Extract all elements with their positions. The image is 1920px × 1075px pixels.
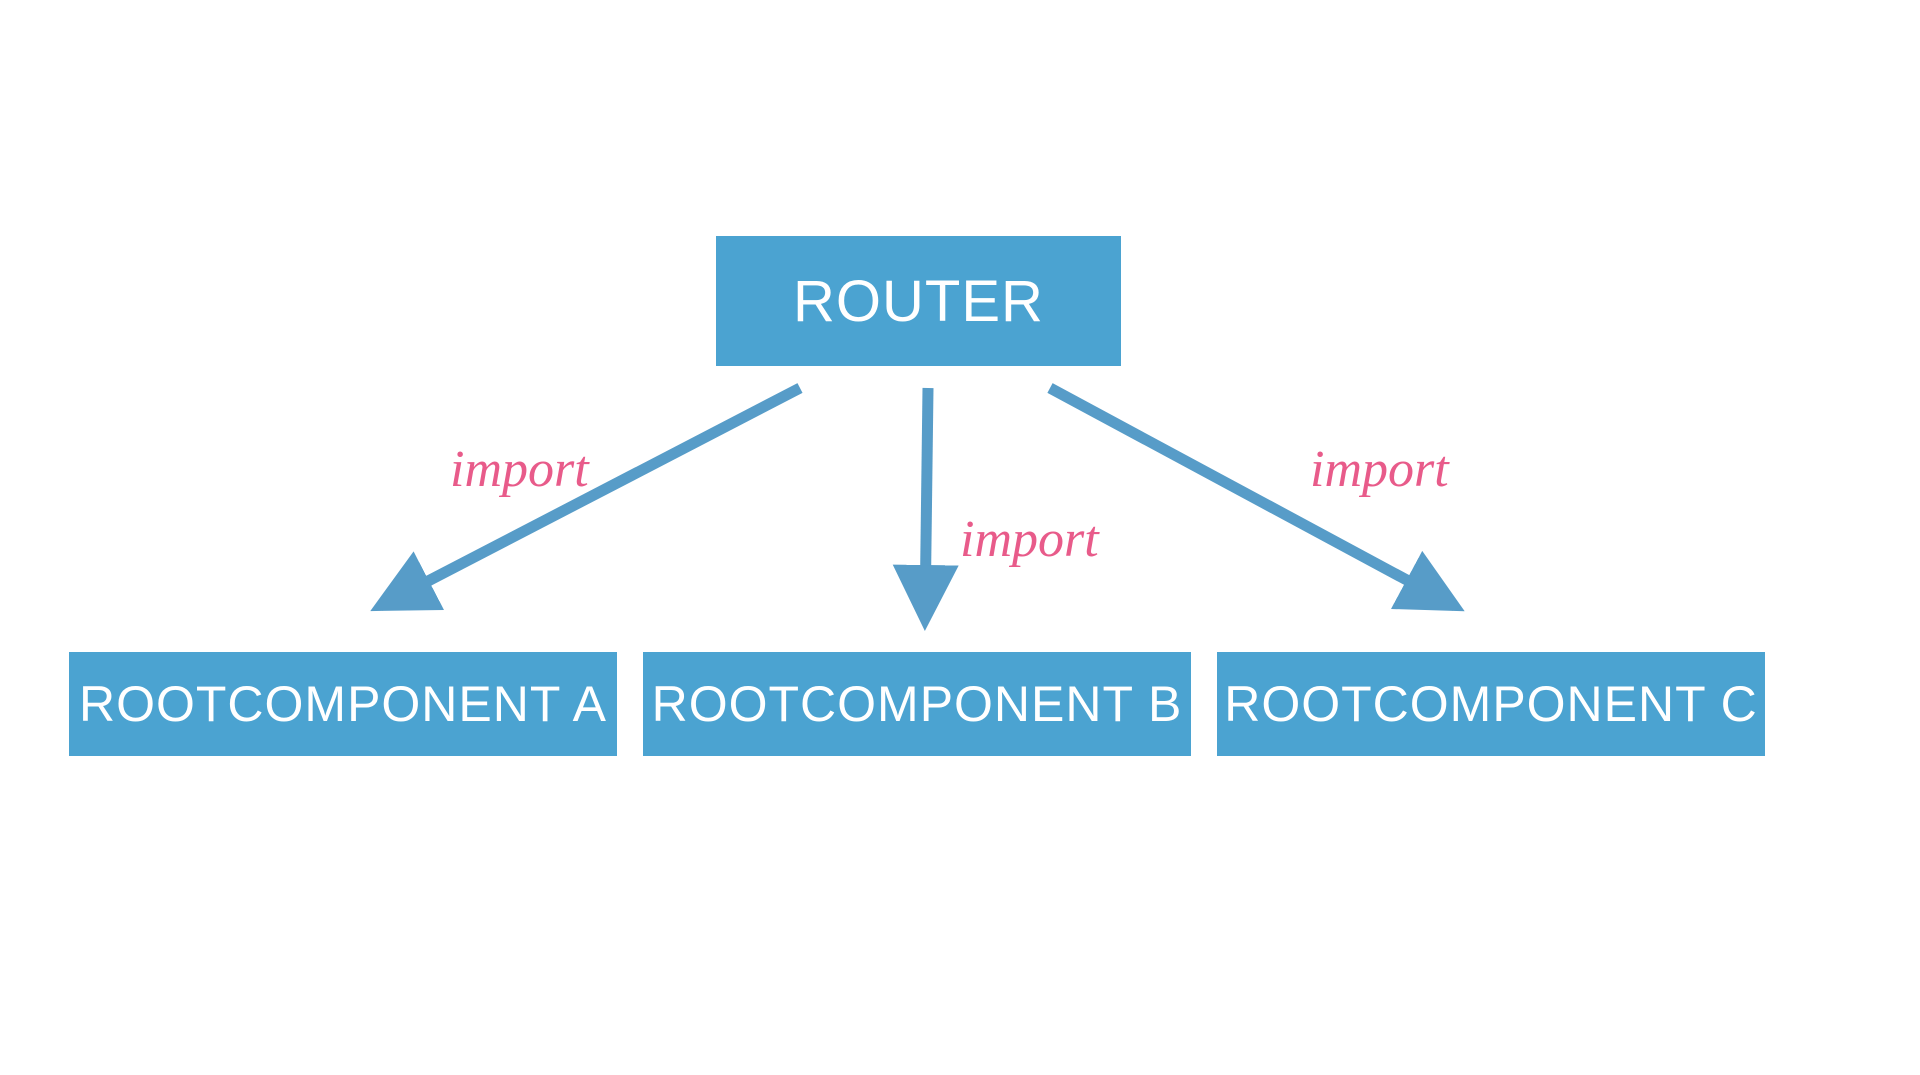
rootcomponent-b-node: ROOTCOMPONENT B bbox=[643, 652, 1191, 756]
router-label: ROUTER bbox=[793, 268, 1044, 335]
arrow-to-a bbox=[380, 388, 800, 606]
rootcomponent-a-label: ROOTCOMPONENT A bbox=[79, 675, 607, 733]
rootcomponent-c-label: ROOTCOMPONENT C bbox=[1224, 675, 1758, 733]
rootcomponent-b-label: ROOTCOMPONENT B bbox=[652, 675, 1183, 733]
rootcomponent-a-node: ROOTCOMPONENT A bbox=[69, 652, 617, 756]
edge-label-a: import bbox=[450, 440, 589, 499]
edge-label-b: import bbox=[960, 510, 1099, 569]
edge-label-c: import bbox=[1310, 440, 1449, 499]
router-node: ROUTER bbox=[716, 236, 1121, 366]
arrow-to-b bbox=[925, 388, 928, 620]
rootcomponent-c-node: ROOTCOMPONENT C bbox=[1217, 652, 1765, 756]
